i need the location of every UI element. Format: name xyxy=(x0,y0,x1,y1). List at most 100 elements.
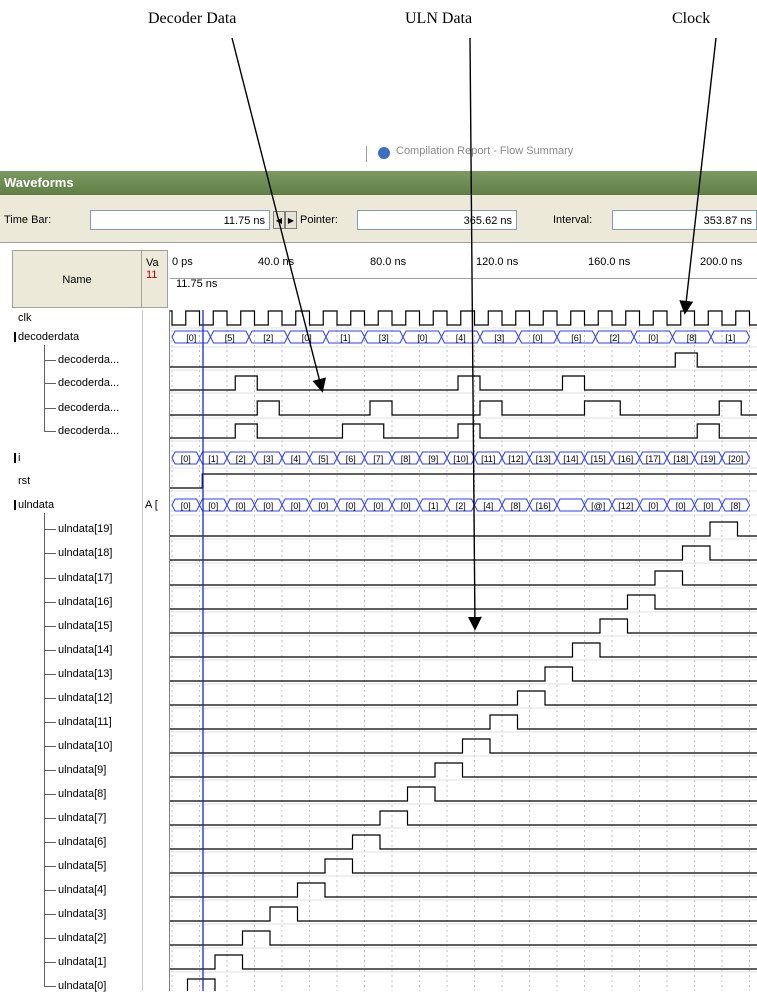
ulndata-bit-wave xyxy=(170,690,757,706)
i-value: [7] xyxy=(373,454,383,464)
signal-name[interactable]: ulndata xyxy=(18,497,54,513)
i-value: [4] xyxy=(291,454,301,464)
signal-name[interactable]: rst xyxy=(18,473,30,489)
decoderdata-bit-wave xyxy=(170,352,757,368)
signal-name[interactable]: ulndata[12] xyxy=(58,690,112,706)
i-value: [20] xyxy=(728,454,743,464)
value-column-header[interactable]: Va 11 xyxy=(142,250,168,308)
rst-wave xyxy=(170,473,757,489)
i-value: [18] xyxy=(673,454,688,464)
signal-name[interactable]: ulndata[8] xyxy=(58,786,106,802)
time-toolbar: Time Bar: 11.75 ns ◀ ▶ Pointer: 365.62 n… xyxy=(0,195,757,243)
tab-divider xyxy=(366,146,367,162)
signal-name[interactable]: decoderda... xyxy=(58,352,119,368)
decoderdata-value: [8] xyxy=(687,333,697,343)
i-value: [12] xyxy=(508,454,523,464)
signal-name[interactable]: i xyxy=(18,450,20,466)
decoderdata-bit-wave xyxy=(170,375,757,391)
ulndata-bit-wave xyxy=(170,954,757,970)
signal-name[interactable]: ulndata[4] xyxy=(58,882,106,898)
signal-name[interactable]: ulndata[5] xyxy=(58,858,106,874)
tree-branch xyxy=(44,914,56,915)
pointer-label: Pointer: xyxy=(300,214,338,226)
time-bar-field[interactable]: 11.75 ns xyxy=(90,210,270,230)
tree-branch xyxy=(44,578,56,579)
i-value: [13] xyxy=(536,454,551,464)
interval-label: Interval: xyxy=(553,214,593,226)
next-transition-button[interactable]: ▶ xyxy=(285,211,297,229)
ulndata-bit-wave xyxy=(170,858,757,874)
report-icon[interactable] xyxy=(378,147,390,159)
ulndata-value: [1] xyxy=(428,501,438,511)
signal-name[interactable]: ulndata[14] xyxy=(58,642,112,658)
signal-name[interactable]: ulndata[18] xyxy=(58,545,112,561)
ulndata-value: [0] xyxy=(401,501,411,511)
signal-value: A [ xyxy=(145,499,158,511)
tree-branch xyxy=(44,408,56,409)
ulndata-bit-wave xyxy=(170,618,757,634)
signal-name[interactable]: ulndata[9] xyxy=(58,762,106,778)
tree-branch xyxy=(44,746,56,747)
signal-name[interactable]: ulndata[15] xyxy=(58,618,112,634)
ulndata-bit-wave xyxy=(170,714,757,730)
ulndata-value: [0] xyxy=(676,501,686,511)
decoderdata-bit-wave xyxy=(170,400,757,416)
signal-name[interactable]: ulndata[7] xyxy=(58,810,106,826)
ulndata-value: [8] xyxy=(511,501,521,511)
tree-branch xyxy=(44,818,56,819)
tree-branch xyxy=(44,698,56,699)
bus-indicator-icon xyxy=(14,453,16,463)
ulndata-value: [8] xyxy=(731,501,741,511)
ulndata-bit-wave xyxy=(170,521,757,537)
annotation-decoder-data: Decoder Data xyxy=(148,10,237,27)
tree-branch xyxy=(44,794,56,795)
interval-field[interactable]: 353.87 ns xyxy=(612,210,757,230)
prev-transition-button[interactable]: ◀ xyxy=(273,211,285,229)
signal-name[interactable]: ulndata[10] xyxy=(58,738,112,754)
tree-branch xyxy=(44,842,56,843)
decoderdata-value: [2] xyxy=(263,333,273,343)
signal-name[interactable]: decoderda... xyxy=(58,400,119,416)
ulndata-value: [4] xyxy=(483,501,493,511)
tree-branch xyxy=(44,674,56,675)
signal-name[interactable]: decoderda... xyxy=(58,423,119,439)
column-separator xyxy=(142,310,143,991)
i-value: [14] xyxy=(563,454,578,464)
signal-name[interactable]: decoderda... xyxy=(58,375,119,391)
time-ruler[interactable]: 0 ps 40.0 ns 80.0 ns 120.0 ns 160.0 ns 2… xyxy=(170,250,757,279)
tree-branch xyxy=(44,938,56,939)
signal-name[interactable]: decoderdata xyxy=(18,329,79,345)
signal-name[interactable]: clk xyxy=(18,310,31,326)
decoderdata-value: [0] xyxy=(302,333,312,343)
tree-branch xyxy=(44,431,56,432)
decoderdata-value: [5] xyxy=(225,333,235,343)
pointer-field[interactable]: 365.62 ns xyxy=(357,210,517,230)
i-value: [15] xyxy=(591,454,606,464)
signal-name[interactable]: ulndata[16] xyxy=(58,594,112,610)
ulndata-bit-wave xyxy=(170,834,757,850)
ulndata-value: [0] xyxy=(318,501,328,511)
tree-branch xyxy=(44,890,56,891)
decoderdata-value: [1] xyxy=(725,333,735,343)
decoderdata-value: [4] xyxy=(456,333,466,343)
signal-name[interactable]: ulndata[2] xyxy=(58,930,106,946)
decoderdata-value: [3] xyxy=(494,333,504,343)
name-column-header[interactable]: Name xyxy=(12,250,142,308)
ulndata-bit-wave xyxy=(186,978,216,991)
ulndata-value: [16] xyxy=(536,501,551,511)
tab-compilation-report[interactable]: Compilation Report - Flow Summary xyxy=(396,145,573,157)
decoderdata-value: [0] xyxy=(533,333,543,343)
annotation-uln-data: ULN Data xyxy=(405,10,473,27)
ulndata-bit-wave xyxy=(170,810,757,826)
signal-name[interactable]: ulndata[13] xyxy=(58,666,112,682)
signal-name[interactable]: ulndata[0] xyxy=(58,978,106,994)
signal-name[interactable]: ulndata[11] xyxy=(58,714,112,730)
signal-name[interactable]: ulndata[19] xyxy=(58,521,112,537)
signal-name[interactable]: ulndata[17] xyxy=(58,570,112,586)
signal-name[interactable]: ulndata[1] xyxy=(58,954,106,970)
signal-name[interactable]: ulndata[3] xyxy=(58,906,106,922)
signal-name[interactable]: ulndata[6] xyxy=(58,834,106,850)
bus-indicator-icon xyxy=(14,332,16,342)
waveform-canvas[interactable]: [0] [5] [2] [0] [1] [3] [0] [4] [3] [0] [6] [2] [0] [… xyxy=(170,310,757,991)
ulndata-value: [12] xyxy=(618,501,633,511)
